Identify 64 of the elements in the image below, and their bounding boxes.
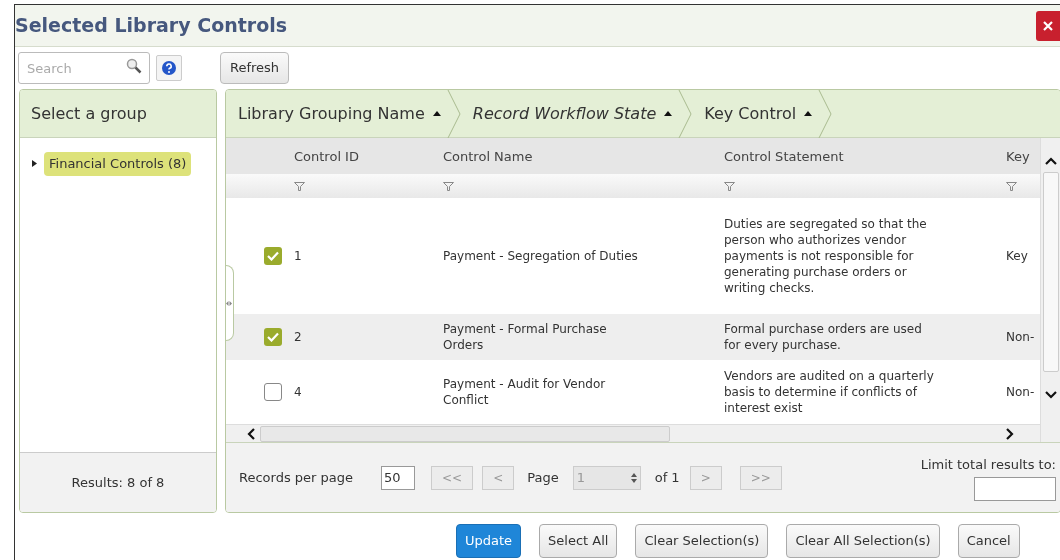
refresh-button[interactable]: Refresh bbox=[220, 52, 290, 84]
search-icon bbox=[126, 58, 142, 74]
table-cell-text: Payment - Formal Purchase Orders bbox=[443, 321, 608, 353]
dialog-button[interactable]: Clear All Selection(s) bbox=[786, 524, 940, 558]
help-button[interactable] bbox=[156, 55, 182, 81]
scroll-down-icon[interactable] bbox=[1044, 390, 1057, 400]
filter-icon[interactable] bbox=[1006, 182, 1017, 191]
checkbox[interactable] bbox=[264, 328, 282, 346]
table-cell-text: Non- bbox=[1006, 329, 1036, 345]
scrollbar-thumb[interactable] bbox=[260, 425, 670, 442]
chevron-divider bbox=[446, 90, 461, 138]
grouping-crumb[interactable]: Record Workflow State bbox=[460, 90, 679, 137]
column-header[interactable]: Key bbox=[1006, 147, 1030, 167]
table-cell-text: Non- bbox=[1006, 384, 1036, 400]
search-field[interactable]: Search bbox=[18, 52, 150, 84]
records-per-page-field[interactable]: 50 bbox=[381, 465, 416, 490]
table-cell-text: 4 bbox=[294, 384, 303, 400]
results-count: Results: 8 of 8 bbox=[20, 452, 216, 512]
column-header[interactable]: Control Name bbox=[443, 147, 533, 167]
limit-results-label: Limit total results to: bbox=[920, 456, 1056, 474]
spinner-icon bbox=[630, 472, 637, 483]
table-cell-text: Duties are segregated so that the person who authorizes vendor payments is not responsible for generating purchase orders or writing checks. bbox=[724, 216, 928, 296]
column-header[interactable]: Control ID bbox=[294, 147, 359, 167]
window-title: Selected Library Controls bbox=[15, 13, 288, 39]
vertical-scrollbar[interactable] bbox=[1040, 138, 1060, 442]
resize-arrows-icon bbox=[226, 300, 232, 306]
page-count: of 1 bbox=[654, 468, 680, 487]
filter-icon[interactable] bbox=[294, 182, 305, 191]
horizontal-scrollbar[interactable] bbox=[226, 424, 1040, 442]
dialog-button[interactable]: Update bbox=[456, 524, 522, 558]
chevron-divider bbox=[818, 90, 833, 138]
dialog-button[interactable]: Cancel bbox=[957, 524, 1020, 558]
table-cell-text: 1 bbox=[294, 248, 303, 264]
chevron-divider bbox=[678, 90, 693, 138]
checkbox[interactable] bbox=[264, 383, 282, 401]
dialog-button[interactable]: Clear Selection(s) bbox=[635, 524, 769, 558]
table-row[interactable]: 2 Payment - Formal Purchase Orders Formal purchase orders are used for every purchase. Non- bbox=[226, 314, 1040, 360]
limit-results-field[interactable] bbox=[974, 476, 1056, 501]
checkbox[interactable] bbox=[264, 247, 282, 265]
splitter-handle[interactable] bbox=[226, 265, 234, 341]
table-cell-text: Formal purchase orders are used for every purchase. bbox=[724, 321, 923, 353]
filter-icon[interactable] bbox=[443, 182, 454, 191]
tree-item[interactable]: Financial Controls (8) bbox=[44, 152, 192, 176]
scroll-right-icon[interactable] bbox=[1005, 427, 1015, 440]
column-header[interactable]: Control Statement bbox=[724, 147, 844, 167]
scrollbar-thumb[interactable] bbox=[1042, 172, 1059, 372]
table-cell-text: Vendors are audited on a quarterly basis to determine if conflicts of interest exist bbox=[724, 368, 935, 416]
table-cell-text: Key bbox=[1006, 248, 1029, 264]
table-cell-text: 2 bbox=[294, 329, 303, 345]
close-icon bbox=[1043, 20, 1053, 31]
table-cell-text: Payment - Segregation of Duties bbox=[443, 248, 639, 264]
collapsed-arrow-icon[interactable] bbox=[32, 160, 37, 168]
close-button[interactable] bbox=[1036, 10, 1060, 41]
dialog-button[interactable]: Select All bbox=[539, 524, 618, 558]
panel-header: Select a group bbox=[20, 90, 216, 138]
scroll-left-icon[interactable] bbox=[246, 427, 256, 440]
help-icon bbox=[161, 60, 177, 76]
grouping-crumb[interactable]: Key Control bbox=[692, 90, 819, 137]
records-per-page-label: Records per page bbox=[239, 468, 354, 487]
filter-icon[interactable] bbox=[724, 182, 735, 191]
table-cell-text: Payment - Audit for Vendor Conflict bbox=[443, 376, 607, 408]
scroll-up-icon[interactable] bbox=[1044, 156, 1057, 166]
page-label: Page bbox=[527, 468, 559, 487]
grouping-crumb[interactable]: Library Grouping Name bbox=[226, 90, 447, 137]
